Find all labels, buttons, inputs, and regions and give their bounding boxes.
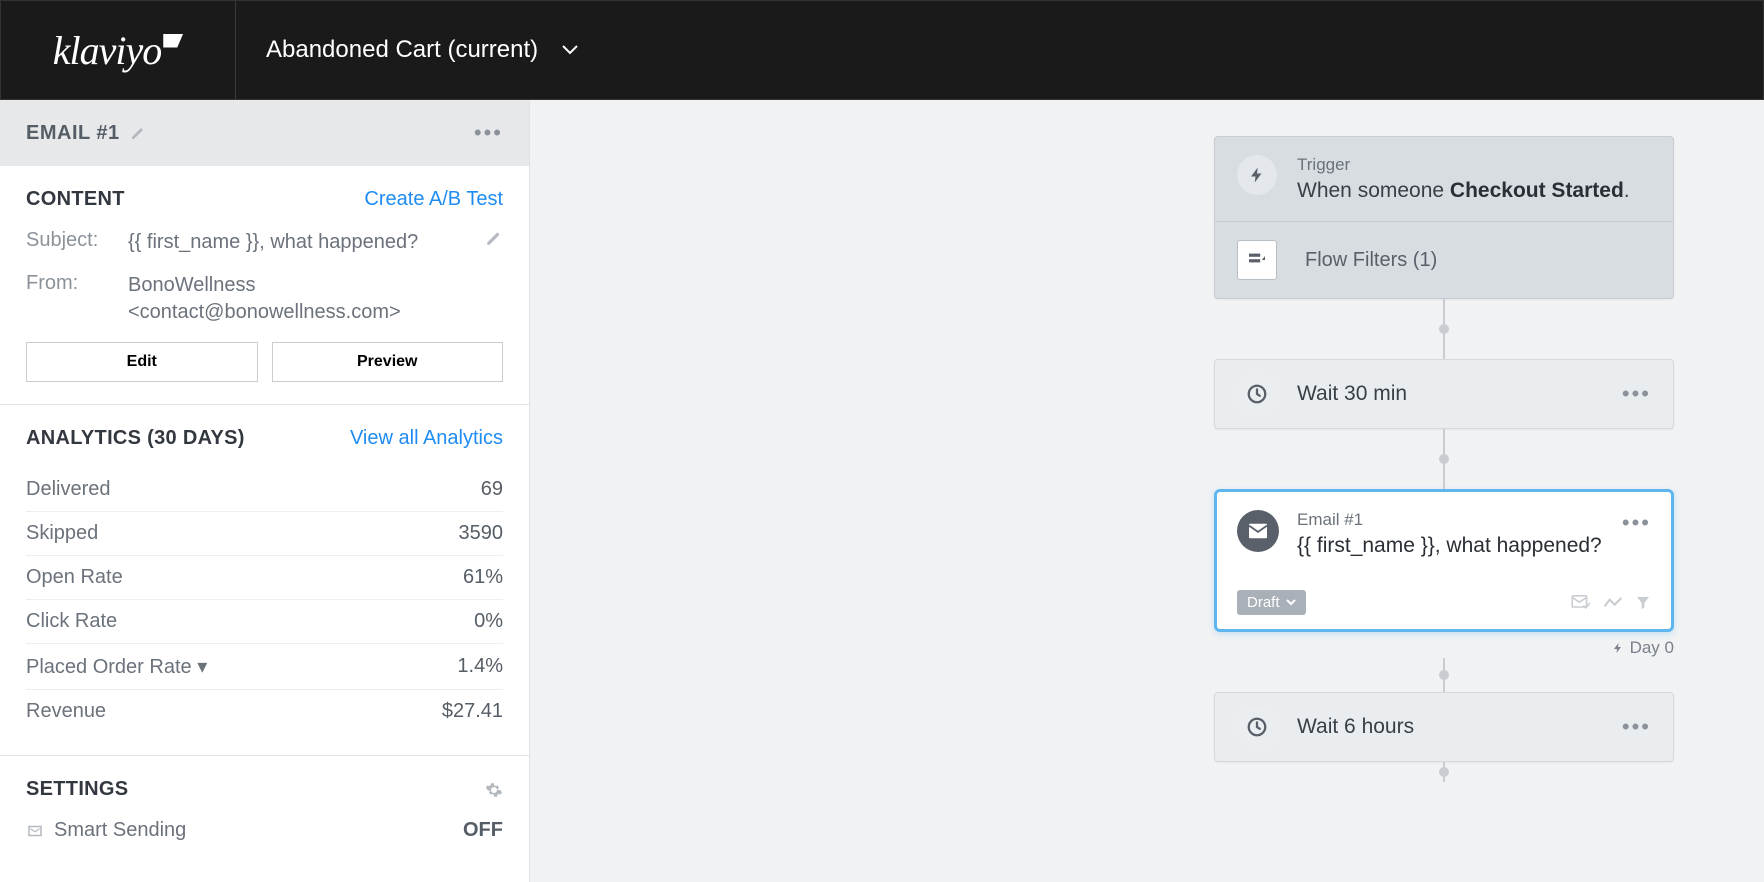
stat-label: Revenue xyxy=(26,690,383,734)
detail-sidebar: EMAIL #1 ••• CONTENT Create A/B Test Sub… xyxy=(0,100,530,882)
create-ab-test-link[interactable]: Create A/B Test xyxy=(364,188,503,211)
day-label: Day 0 xyxy=(1214,638,1674,658)
envelope-icon xyxy=(1237,510,1279,552)
clock-icon xyxy=(1237,374,1277,414)
funnel-icon[interactable] xyxy=(1635,595,1651,611)
gear-icon[interactable] xyxy=(485,781,503,799)
email-node-label: Email #1 xyxy=(1297,510,1604,530)
filters-label: Flow Filters (1) xyxy=(1305,249,1437,272)
logo-flag-icon xyxy=(163,34,183,48)
stat-row: Delivered69 xyxy=(26,468,503,512)
edit-button[interactable]: Edit xyxy=(26,342,258,382)
wait-node-1[interactable]: Wait 30 min ••• xyxy=(1214,359,1674,429)
stat-row: Skipped3590 xyxy=(26,512,503,556)
trigger-label: Trigger xyxy=(1297,155,1651,175)
smart-sending-value: OFF xyxy=(463,819,503,842)
flow-switcher[interactable]: Abandoned Cart (current) xyxy=(236,36,578,64)
stat-value: 3590 xyxy=(383,512,503,556)
wait-node-2[interactable]: Wait 6 hours ••• xyxy=(1214,692,1674,762)
view-all-analytics-link[interactable]: View all Analytics xyxy=(350,427,503,450)
stat-row: Revenue$27.41 xyxy=(26,690,503,734)
top-bar: klaviyo Abandoned Cart (current) xyxy=(0,0,1764,100)
bolt-icon xyxy=(1237,155,1277,195)
envelope-check-icon[interactable] xyxy=(1571,595,1591,611)
analytics-table: Delivered69 Skipped3590 Open Rate61% Cli… xyxy=(26,468,503,733)
bolt-small-icon xyxy=(1612,641,1624,655)
settings-section: SETTINGS Smart Sending OFF xyxy=(0,756,529,864)
wait-text: Wait 30 min xyxy=(1297,382,1407,406)
analytics-section: ANALYTICS (30 DAYS) View all Analytics D… xyxy=(0,405,529,756)
edit-subject-icon[interactable] xyxy=(485,229,503,247)
email-more-icon[interactable]: ••• xyxy=(1622,510,1651,536)
connector xyxy=(1443,299,1445,359)
stat-row: Click Rate0% xyxy=(26,600,503,644)
connector xyxy=(1443,658,1445,692)
subject-label: Subject: xyxy=(26,229,114,252)
stat-row: Placed Order Rate ▾1.4% xyxy=(26,644,503,690)
content-section: CONTENT Create A/B Test Subject: {{ firs… xyxy=(0,166,529,405)
logo-cell: klaviyo xyxy=(1,1,236,99)
trigger-text: When someone Checkout Started. xyxy=(1297,179,1651,203)
connector xyxy=(1443,762,1445,782)
content-heading: CONTENT xyxy=(26,188,125,211)
panel-header: EMAIL #1 ••• xyxy=(0,100,529,166)
from-label: From: xyxy=(26,272,114,295)
stat-label: Click Rate xyxy=(26,600,383,644)
subject-value: {{ first_name }}, what happened? xyxy=(128,229,471,256)
klaviyo-logo[interactable]: klaviyo xyxy=(53,27,184,74)
stat-label: Open Rate xyxy=(26,556,383,600)
stat-label[interactable]: Placed Order Rate ▾ xyxy=(26,644,383,690)
flow-canvas[interactable]: Trigger When someone Checkout Started. F… xyxy=(530,100,1764,882)
stat-value: $27.41 xyxy=(383,690,503,734)
edit-title-icon[interactable] xyxy=(130,125,146,141)
wait-more-icon[interactable]: ••• xyxy=(1622,714,1651,740)
connector xyxy=(1443,429,1445,489)
wait-text: Wait 6 hours xyxy=(1297,715,1414,739)
email-mini-icons xyxy=(1571,595,1651,611)
caret-down-icon xyxy=(562,45,578,55)
stat-value: 0% xyxy=(383,600,503,644)
settings-heading: SETTINGS xyxy=(26,778,128,801)
clock-icon xyxy=(1237,707,1277,747)
status-text: Draft xyxy=(1247,594,1280,611)
logo-text: klaviyo xyxy=(53,28,162,73)
check-icon xyxy=(26,822,44,840)
caret-down-icon xyxy=(1286,599,1296,606)
panel-more-icon[interactable]: ••• xyxy=(474,120,503,146)
stat-value: 1.4% xyxy=(383,644,503,690)
preview-button[interactable]: Preview xyxy=(272,342,504,382)
smart-sending-label: Smart Sending xyxy=(54,819,186,842)
filters-icon xyxy=(1237,240,1277,280)
email-node-subject: {{ first_name }}, what happened? xyxy=(1297,534,1604,558)
wait-more-icon[interactable]: ••• xyxy=(1622,381,1651,407)
panel-title: EMAIL #1 xyxy=(26,122,120,145)
from-value: BonoWellness <contact@bonowellness.com> xyxy=(128,272,503,326)
stat-label: Skipped xyxy=(26,512,383,556)
stat-row: Open Rate61% xyxy=(26,556,503,600)
email-node-1[interactable]: Email #1 {{ first_name }}, what happened… xyxy=(1214,489,1674,632)
analytics-heading: ANALYTICS (30 DAYS) xyxy=(26,427,245,450)
flow-filters-row[interactable]: Flow Filters (1) xyxy=(1215,221,1673,298)
trigger-node[interactable]: Trigger When someone Checkout Started. F… xyxy=(1214,136,1674,299)
stat-value: 69 xyxy=(383,468,503,512)
stat-label: Delivered xyxy=(26,468,383,512)
status-badge[interactable]: Draft xyxy=(1237,590,1306,615)
flow-name: Abandoned Cart (current) xyxy=(266,36,538,64)
stat-value: 61% xyxy=(383,556,503,600)
flow-column: Trigger When someone Checkout Started. F… xyxy=(1214,136,1674,782)
analytics-line-icon[interactable] xyxy=(1603,596,1623,610)
